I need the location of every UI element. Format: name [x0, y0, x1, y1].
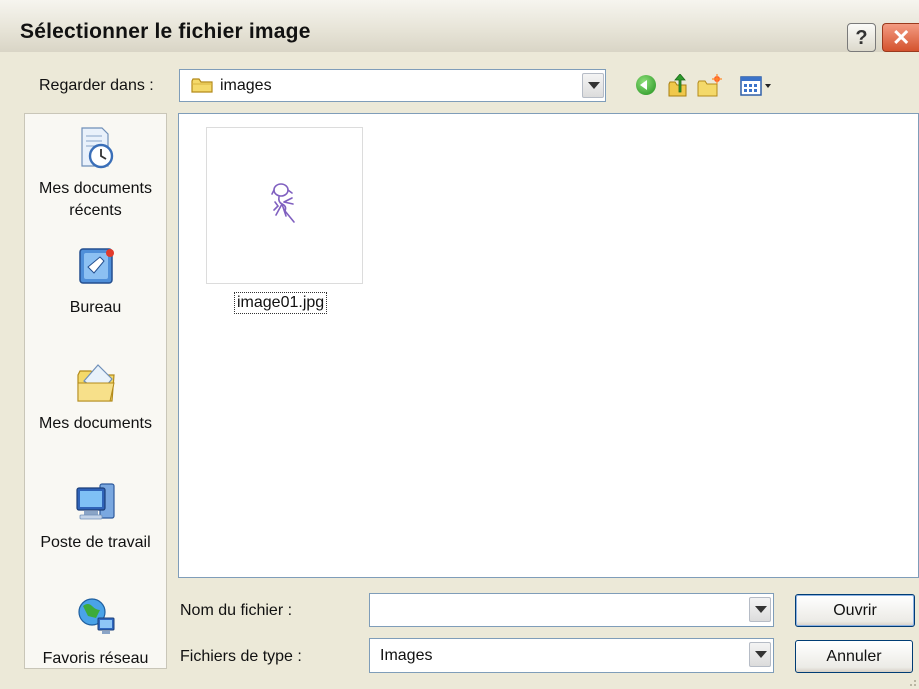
recent-documents-icon [80, 127, 113, 169]
filename-dropdown-button[interactable] [749, 597, 771, 622]
filename-input[interactable] [369, 593, 774, 627]
place-recent-documents[interactable]: Mes documents récents [25, 126, 166, 222]
open-button[interactable]: Ouvrir [795, 594, 915, 627]
filetype-value: Images [380, 647, 433, 664]
place-label: Bureau [69, 299, 122, 316]
chevron-down-icon [755, 651, 767, 658]
network-places-icon [77, 598, 114, 634]
my-computer-icon [75, 483, 115, 520]
back-icon[interactable] [636, 75, 656, 95]
place-label: Mes documents [39, 415, 152, 432]
window-title: Sélectionner le fichier image [20, 20, 311, 43]
image-thumbnail-icon [271, 183, 295, 223]
place-label: Poste de travail [40, 534, 151, 551]
place-label: Mes documents récents [39, 180, 152, 219]
place-my-documents[interactable]: Mes documents [25, 361, 166, 435]
look-in-dropdown-button[interactable] [582, 73, 604, 98]
filename-label: Nom du fichier : [180, 602, 293, 619]
chevron-down-icon [588, 82, 600, 89]
close-button[interactable]: ✕ [882, 23, 919, 52]
look-in-combobox[interactable]: images [179, 69, 606, 102]
place-my-computer[interactable]: Poste de travail [25, 480, 166, 554]
file-name-label[interactable]: image01.jpg [234, 292, 328, 314]
help-button[interactable]: ? [847, 23, 876, 52]
filetype-dropdown-button[interactable] [749, 642, 771, 667]
file-thumbnail[interactable] [206, 127, 363, 284]
resize-grip-icon[interactable] [907, 677, 917, 687]
folder-icon [191, 78, 213, 93]
file-list[interactable]: image01.jpg [178, 113, 919, 578]
place-label: Favoris réseau [42, 650, 149, 667]
places-bar: Mes documents récents Bureau Mes documen… [24, 113, 167, 669]
title-bar[interactable]: Sélectionner le fichier image ? ✕ [0, 0, 919, 52]
desktop-icon [78, 248, 114, 284]
views-menu-icon[interactable] [740, 74, 774, 98]
filetype-select[interactable]: Images [369, 638, 774, 673]
my-documents-icon [76, 364, 115, 402]
chevron-down-icon [755, 606, 767, 613]
filetype-label: Fichiers de type : [180, 648, 302, 665]
place-network[interactable]: Favoris réseau [25, 596, 166, 670]
up-folder-icon[interactable] [666, 74, 688, 98]
look-in-label: Regarder dans : [39, 77, 154, 94]
file-dialog: Sélectionner le fichier image ? ✕ Regard… [0, 0, 919, 689]
new-folder-icon[interactable] [696, 74, 722, 98]
look-in-value: images [220, 77, 272, 94]
place-desktop[interactable]: Bureau [25, 245, 166, 319]
close-icon: ✕ [892, 25, 911, 50]
cancel-button[interactable]: Annuler [795, 640, 913, 673]
